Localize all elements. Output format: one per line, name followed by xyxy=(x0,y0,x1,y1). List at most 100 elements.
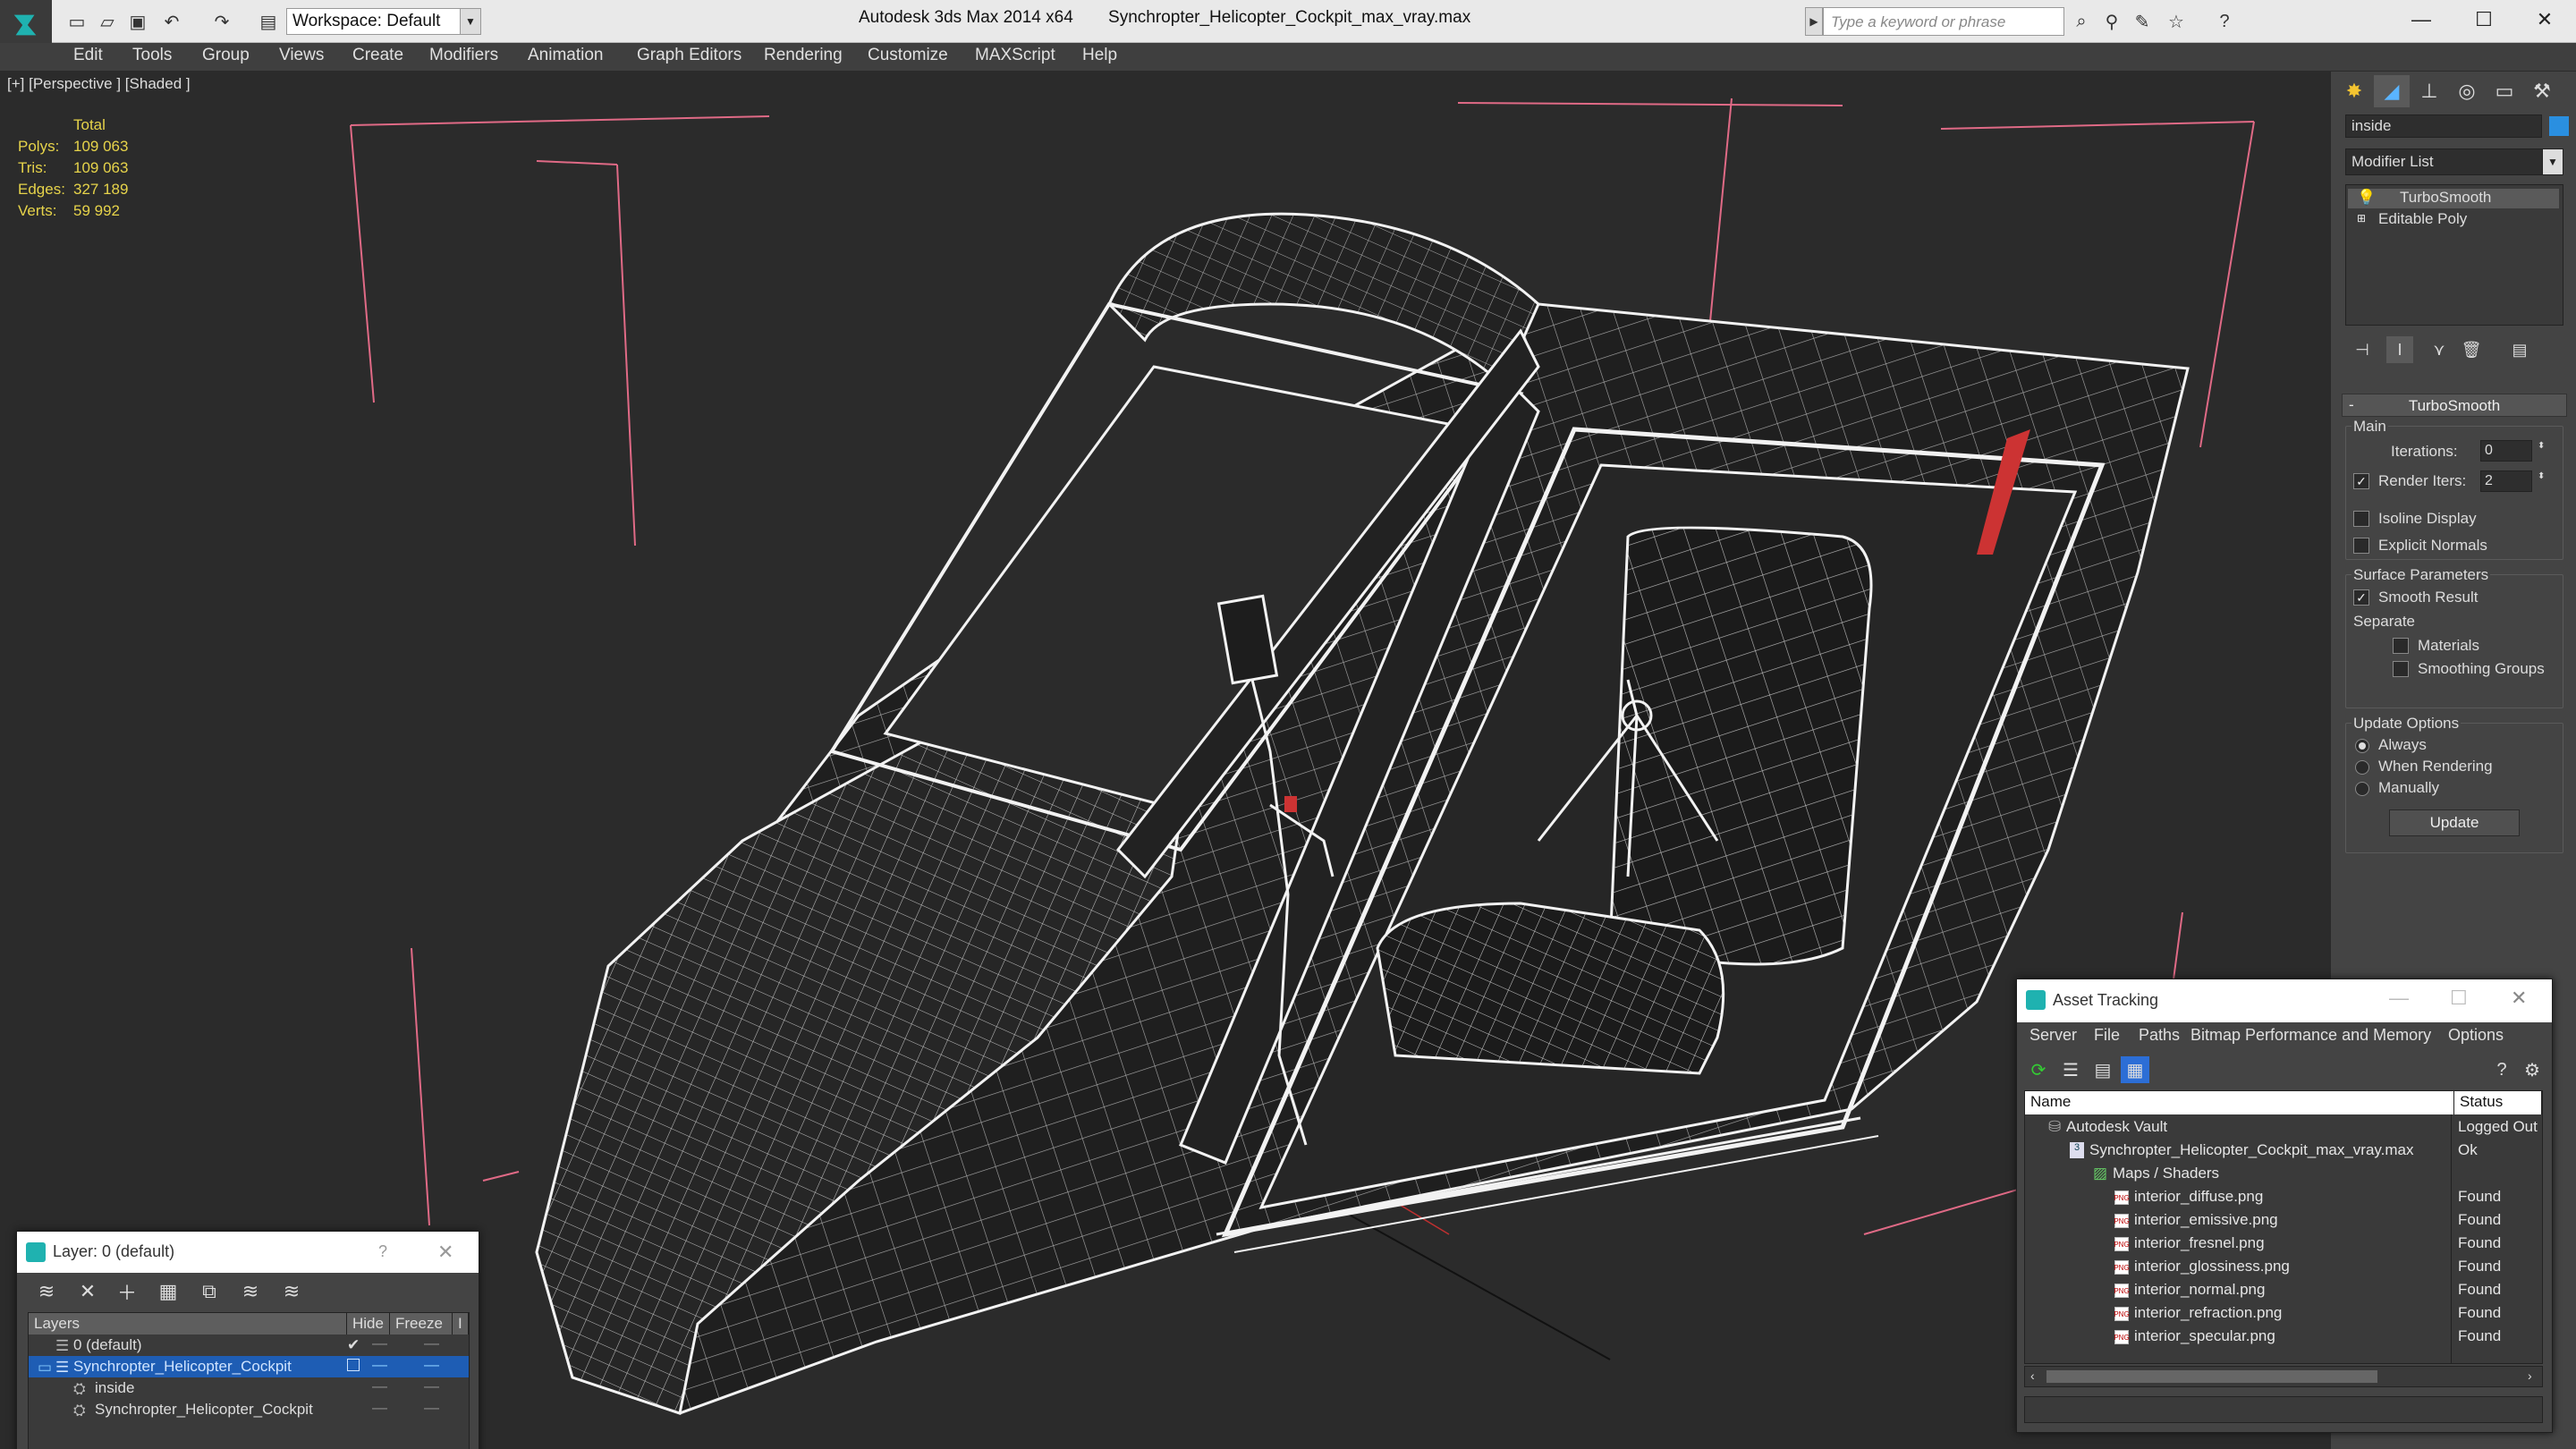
materials-checkbox[interactable] xyxy=(2393,638,2409,654)
freeze-all-icon[interactable]: ≋ xyxy=(276,1278,307,1305)
asset-row[interactable]: PNG interior_refraction.png Found xyxy=(2025,1302,2542,1326)
freeze-toggle[interactable]: — xyxy=(424,1399,439,1417)
freeze-toggle[interactable]: — xyxy=(424,1377,439,1395)
table-view-icon[interactable]: ▦ xyxy=(2121,1056,2149,1083)
asset-row[interactable]: PNG interior_diffuse.png Found xyxy=(2025,1186,2542,1209)
asset-row[interactable]: PNG interior_fresnel.png Found xyxy=(2025,1233,2542,1256)
layer-object-row[interactable]: ⛭ inside — — xyxy=(29,1377,469,1399)
subscription-icon[interactable]: ⚲ xyxy=(2098,9,2125,34)
scrollbar-thumb[interactable] xyxy=(2046,1370,2377,1383)
project-folder-icon[interactable]: ▤ xyxy=(256,9,281,34)
explicit-normals-checkbox[interactable] xyxy=(2353,538,2369,554)
search-expand-icon[interactable]: ▶ xyxy=(1805,7,1823,36)
hide-toggle[interactable]: — xyxy=(372,1399,387,1417)
list-view-icon[interactable]: ☰ xyxy=(2056,1056,2085,1083)
asset-row[interactable]: 3 Synchropter_Helicopter_Cockpit_max_vra… xyxy=(2025,1140,2542,1163)
asset-row[interactable]: PNG interior_emissive.png Found xyxy=(2025,1209,2542,1233)
thumbnail-view-icon[interactable]: ▤ xyxy=(2089,1056,2117,1083)
maximize-button[interactable]: ☐ xyxy=(2450,987,2468,1010)
asset-row[interactable]: ⛁ Autodesk Vault Logged Out xyxy=(2025,1116,2542,1140)
menu-help[interactable]: Help xyxy=(1082,46,1117,65)
asset-menu-options[interactable]: Options xyxy=(2448,1026,2504,1045)
create-tab-icon[interactable]: ✸ xyxy=(2336,75,2372,107)
stack-item-editable-poly[interactable]: ⊞ Editable Poly xyxy=(2348,210,2559,230)
menu-views[interactable]: Views xyxy=(279,46,324,65)
modify-tab-icon[interactable]: ◢ xyxy=(2374,75,2410,107)
hide-toggle[interactable]: — xyxy=(372,1335,387,1352)
layer-object-row[interactable]: ⛭ Synchropter_Helicopter_Cockpit — — xyxy=(29,1399,469,1420)
redo-icon[interactable]: ↷ xyxy=(209,9,234,34)
chevron-down-icon[interactable]: ▼ xyxy=(2542,148,2563,175)
menu-graph-editors[interactable]: Graph Editors xyxy=(637,46,741,65)
pin-stack-icon[interactable]: ⊣ xyxy=(2349,336,2376,363)
checkmark-icon[interactable]: ✔ xyxy=(347,1336,360,1354)
menu-rendering[interactable]: Rendering xyxy=(764,46,843,65)
save-file-icon[interactable]: ▣ xyxy=(125,9,150,34)
asset-row[interactable]: PNG interior_glossiness.png Found xyxy=(2025,1256,2542,1279)
create-layer-icon[interactable]: ≋ xyxy=(31,1278,62,1305)
minimize-button[interactable]: — xyxy=(2390,0,2453,39)
menu-edit[interactable]: Edit xyxy=(73,46,103,65)
asset-row[interactable]: ▨ Maps / Shaders xyxy=(2025,1163,2542,1186)
when-rendering-radio[interactable] xyxy=(2355,760,2369,775)
new-file-icon[interactable]: ▭ xyxy=(64,9,89,34)
remove-modifier-icon[interactable]: 🗑 xyxy=(2458,336,2485,363)
column-header-hide[interactable]: Hide xyxy=(347,1313,390,1335)
column-header-name[interactable]: Name xyxy=(2025,1091,2454,1114)
motion-tab-icon[interactable]: ◎ xyxy=(2449,75,2485,107)
minimize-button[interactable]: — xyxy=(2389,987,2409,1010)
column-header-layers[interactable]: Layers xyxy=(29,1313,347,1335)
current-layer-box[interactable] xyxy=(347,1359,360,1371)
menu-modifiers[interactable]: Modifiers xyxy=(429,46,498,65)
object-name-field[interactable]: inside xyxy=(2345,114,2542,138)
menu-group[interactable]: Group xyxy=(202,46,250,65)
utilities-tab-icon[interactable]: ⚒ xyxy=(2524,75,2560,107)
spinner-arrows-icon[interactable]: ⬍ xyxy=(2538,471,2545,481)
hide-toggle[interactable]: — xyxy=(372,1356,387,1374)
asset-menu-bitmap-performance[interactable]: Bitmap Performance and Memory xyxy=(2190,1026,2431,1045)
render-iters-spinner[interactable]: 2 xyxy=(2480,470,2532,492)
help-button[interactable]: ? xyxy=(378,1242,387,1261)
menu-maxscript[interactable]: MAXScript xyxy=(975,46,1055,65)
layer-dialog-titlebar[interactable]: Layer: 0 (default) ? ✕ xyxy=(17,1232,479,1273)
undo-icon[interactable]: ↶ xyxy=(159,9,184,34)
expand-icon[interactable]: ▭ xyxy=(38,1359,52,1377)
iterations-spinner[interactable]: 0 xyxy=(2480,440,2532,462)
add-to-layer-icon[interactable]: ＋ xyxy=(112,1278,142,1305)
column-header-render[interactable]: I xyxy=(453,1313,469,1335)
asset-menu-file[interactable]: File xyxy=(2094,1026,2120,1045)
search-input[interactable]: Type a keyword or phrase xyxy=(1823,7,2064,36)
configure-sets-icon[interactable]: ▤ xyxy=(2506,336,2533,363)
communication-center-icon[interactable]: ✎ xyxy=(2129,9,2156,34)
workspace-dropdown[interactable]: Workspace: Default xyxy=(286,8,472,35)
help-icon[interactable]: ? xyxy=(2211,9,2238,34)
help-icon[interactable]: ? xyxy=(2487,1056,2516,1083)
display-tab-icon[interactable]: ▭ xyxy=(2487,75,2522,107)
settings-icon[interactable]: ⚙ xyxy=(2518,1056,2546,1083)
horizontal-scrollbar[interactable]: ‹ › xyxy=(2024,1366,2543,1387)
update-button[interactable]: Update xyxy=(2389,809,2520,836)
close-button[interactable]: ✕ xyxy=(2513,0,2576,39)
hierarchy-tab-icon[interactable]: ⊥ xyxy=(2411,75,2447,107)
freeze-toggle[interactable]: — xyxy=(424,1356,439,1374)
chevron-down-icon[interactable]: ▼ xyxy=(460,8,481,35)
asset-row[interactable]: PNG interior_normal.png Found xyxy=(2025,1279,2542,1302)
column-header-freeze[interactable]: Freeze xyxy=(390,1313,453,1335)
freeze-toggle[interactable]: — xyxy=(424,1335,439,1352)
manually-radio[interactable] xyxy=(2355,782,2369,796)
maximize-button[interactable]: ☐ xyxy=(2453,0,2515,39)
collapse-icon[interactable]: - xyxy=(2349,396,2354,414)
modifier-list-dropdown[interactable]: Modifier List xyxy=(2345,148,2560,175)
perspective-viewport[interactable]: [+] [Perspective ] [Shaded ] Total Polys… xyxy=(0,72,2329,1449)
stack-item-turbosmooth[interactable]: 💡 TurboSmooth xyxy=(2348,189,2559,208)
hide-toggle[interactable]: — xyxy=(372,1377,387,1395)
spinner-arrows-icon[interactable]: ⬍ xyxy=(2538,441,2545,451)
asset-menu-paths[interactable]: Paths xyxy=(2139,1026,2180,1045)
menu-animation[interactable]: Animation xyxy=(528,46,604,65)
delete-layer-icon[interactable]: ✕ xyxy=(72,1278,103,1305)
asset-dialog-titlebar[interactable]: Asset Tracking — ☐ ✕ xyxy=(2017,979,2552,1022)
smoothing-groups-checkbox[interactable] xyxy=(2393,661,2409,677)
asset-menu-server[interactable]: Server xyxy=(2029,1026,2077,1045)
layer-row-selected[interactable]: ▭ ☰ Synchropter_Helicopter_Cockpit — — xyxy=(29,1356,469,1377)
layer-row[interactable]: ☰ 0 (default) ✔ — — xyxy=(29,1335,469,1356)
